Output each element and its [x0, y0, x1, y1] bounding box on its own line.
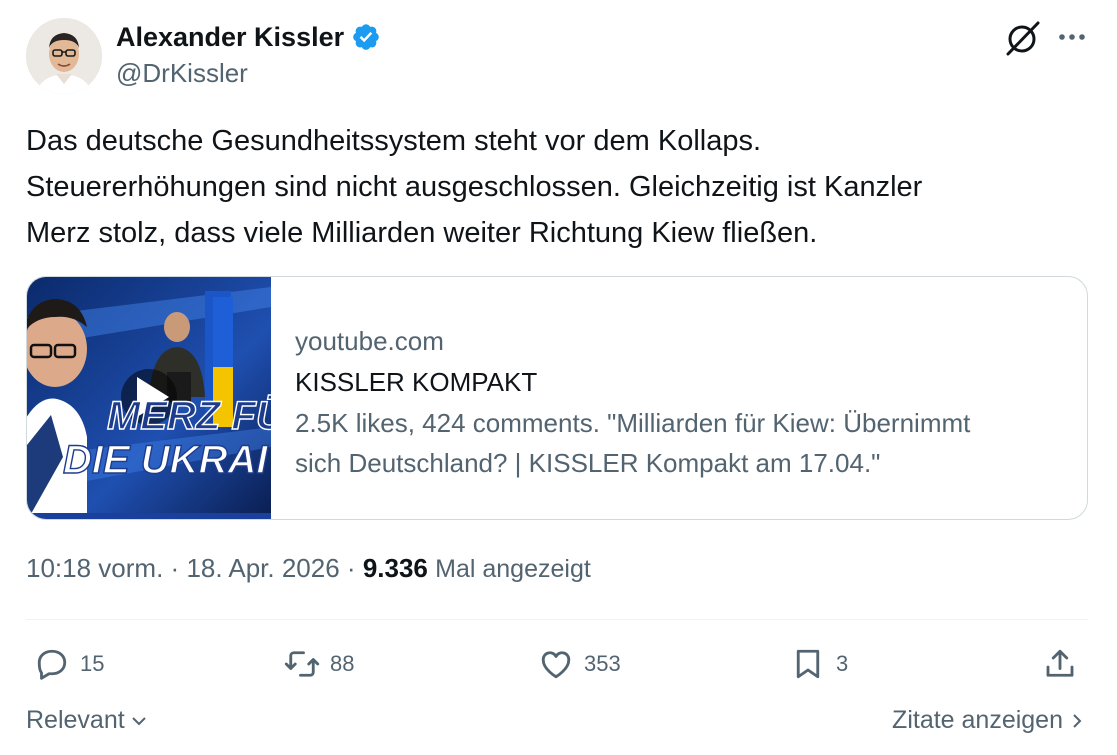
reply-count: 15: [80, 651, 105, 676]
repost-count: 88: [330, 651, 355, 676]
share-icon: [1046, 649, 1074, 677]
thumbnail-headline-2: DIE UKRAI: [63, 438, 268, 482]
reply-icon: [37, 649, 67, 680]
chevron-right-icon: [1073, 713, 1082, 728]
meta-separator: ·: [170, 553, 180, 583]
tweet-date[interactable]: 18. Apr. 2026: [186, 553, 339, 583]
repost-icon: [284, 651, 320, 677]
sort-label: Relevant: [26, 706, 125, 734]
more-icon[interactable]: [1052, 22, 1092, 52]
views-label: Mal angezeigt: [435, 555, 591, 583]
author-name-row: Alexander Kissler: [116, 18, 381, 56]
like-count: 353: [584, 651, 621, 676]
grok-icon[interactable]: [1002, 18, 1042, 58]
divider: [26, 619, 1088, 620]
link-card[interactable]: MERZ FÜ DIE UKRAI youtube.com KISSLER KO…: [26, 276, 1088, 520]
video-thumbnail[interactable]: MERZ FÜ DIE UKRAI: [27, 277, 271, 520]
bookmark-count: 3: [836, 651, 849, 676]
sort-replies-dropdown[interactable]: Relevant: [26, 706, 149, 735]
card-description-line: 2.5K likes, 424 comments. "Milliarden fü…: [295, 408, 971, 438]
card-description-line: sich Deutschland? | KISSLER Kompakt am 1…: [295, 448, 881, 478]
like-button[interactable]: 353: [538, 640, 621, 688]
author-name[interactable]: Alexander Kissler: [116, 22, 344, 53]
view-quotes-link[interactable]: Zitate anzeigen: [892, 706, 1087, 735]
reply-button[interactable]: 15: [34, 640, 104, 688]
repost-button[interactable]: 88: [284, 640, 354, 688]
tweet-meta: 10:18 vorm. · 18. Apr. 2026 · 9.336 Mal …: [26, 553, 591, 584]
card-domain: youtube.com: [295, 326, 444, 356]
verified-badge-icon: [353, 24, 379, 50]
views-count: 9.336: [362, 553, 428, 583]
tweet-text-line: Steuererhöhungen sind nicht ausgeschloss…: [26, 171, 923, 203]
like-icon: [541, 651, 571, 679]
quotes-label: Zitate anzeigen: [892, 706, 1063, 734]
avatar[interactable]: [26, 18, 102, 94]
card-description: 2.5K likes, 424 comments. "Milliarden fü…: [295, 403, 1075, 483]
tweet-text-line: Merz stolz, dass viele Milliarden weiter…: [26, 217, 818, 249]
card-title: KISSLER KOMPAKT: [295, 367, 538, 397]
bookmark-icon: [796, 649, 820, 679]
tweet-text-line: Das deutsche Gesundheitssystem steht vor…: [26, 125, 762, 157]
bookmark-button[interactable]: 3: [790, 640, 848, 688]
tweet-text: Das deutsche Gesundheitssystem steht vor…: [26, 118, 1086, 256]
chevron-down-icon: [131, 716, 146, 725]
thumbnail-headline-1: MERZ FÜ: [107, 393, 271, 438]
tweet-time[interactable]: 10:18 vorm.: [26, 553, 163, 583]
meta-separator: ·: [346, 553, 356, 583]
card-body: youtube.com KISSLER KOMPAKT 2.5K likes, …: [295, 321, 1075, 483]
avatar-image: [26, 18, 102, 94]
share-button[interactable]: [1042, 640, 1078, 688]
author-handle[interactable]: @DrKissler: [116, 58, 248, 89]
